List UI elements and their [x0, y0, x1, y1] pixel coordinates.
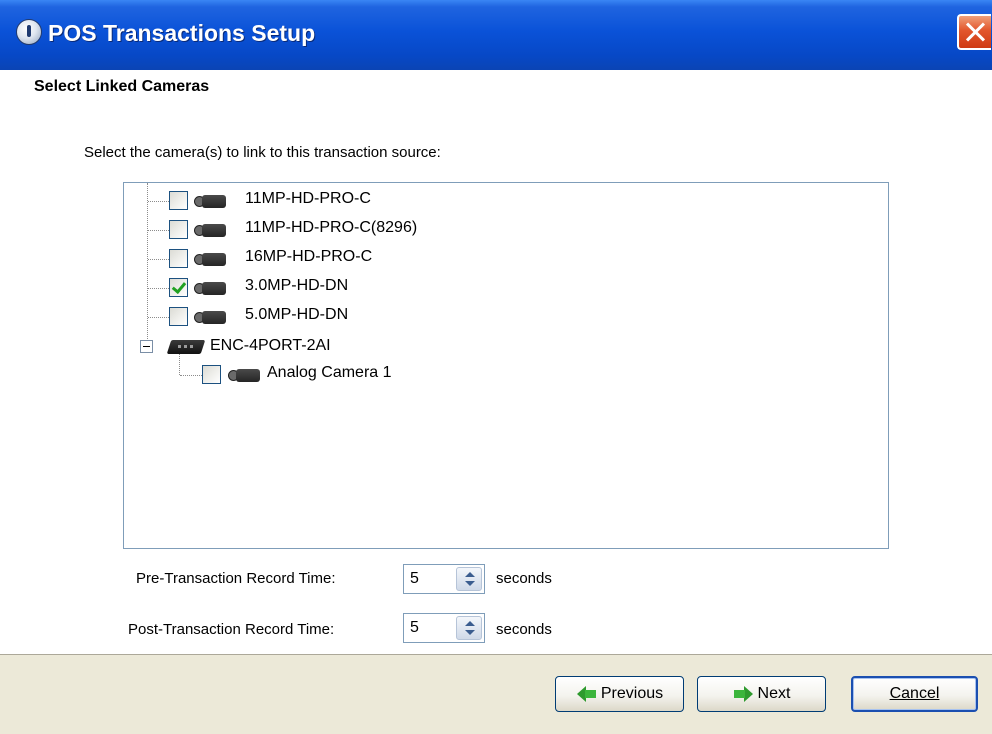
spinner-arrows-icon[interactable]: [456, 567, 482, 591]
spinner-arrows-icon[interactable]: [456, 616, 482, 640]
camera-label[interactable]: 5.0MP-HD-DN: [245, 306, 348, 324]
pre-transaction-value[interactable]: 5: [410, 570, 419, 588]
camera-checkbox-5-0mp-hd-dn[interactable]: [169, 307, 188, 326]
page-heading: Select Linked Cameras: [34, 78, 210, 95]
post-transaction-label: Post-Transaction Record Time:: [128, 621, 335, 638]
camera-icon: [194, 310, 226, 324]
camera-icon: [194, 223, 226, 237]
camera-checkbox-analog-camera-1[interactable]: [202, 365, 221, 384]
tree-connector: [148, 230, 169, 231]
app-icon: [16, 19, 42, 45]
camera-icon: [194, 194, 226, 208]
pre-transaction-stepper[interactable]: 5: [403, 564, 485, 594]
camera-icon: [228, 368, 260, 382]
camera-tree[interactable]: 11MP-HD-PRO-C 11MP-HD-PRO-C(8296) 16MP-H…: [123, 182, 889, 549]
window-title: POS Transactions Setup: [48, 20, 316, 46]
back-arrow-icon: [576, 677, 598, 711]
camera-icon: [194, 252, 226, 266]
pre-transaction-unit: seconds: [496, 570, 552, 587]
next-button[interactable]: Next: [697, 676, 826, 712]
encoder-icon: [166, 337, 206, 355]
forward-arrow-icon: [733, 677, 755, 711]
tree-connector-child: [179, 354, 180, 375]
tree-connector: [148, 288, 169, 289]
button-bar: [0, 655, 992, 734]
pos-setup-dialog: POS Transactions Setup Select Linked Cam…: [0, 0, 992, 734]
tree-connector: [148, 259, 169, 260]
camera-checkbox-11mp-hd-pro-c-8296[interactable]: [169, 220, 188, 239]
post-transaction-value[interactable]: 5: [410, 619, 419, 637]
cancel-button[interactable]: Cancel: [851, 676, 978, 712]
camera-label[interactable]: Analog Camera 1: [267, 364, 392, 382]
camera-checkbox-3-0mp-hd-dn[interactable]: [169, 278, 188, 297]
camera-checkbox-16mp-hd-pro-c[interactable]: [169, 249, 188, 268]
post-transaction-stepper[interactable]: 5: [403, 613, 485, 643]
tree-connector: [148, 201, 169, 202]
camera-label[interactable]: 11MP-HD-PRO-C: [245, 190, 371, 208]
instruction-text: Select the camera(s) to link to this tra…: [84, 144, 441, 161]
camera-icon: [194, 281, 226, 295]
close-icon[interactable]: [957, 14, 991, 50]
pre-transaction-label: Pre-Transaction Record Time:: [136, 570, 336, 587]
title-bar[interactable]: POS Transactions Setup: [0, 0, 992, 70]
tree-connector: [180, 375, 202, 376]
tree-connector: [148, 317, 169, 318]
camera-label[interactable]: 16MP-HD-PRO-C: [245, 248, 372, 266]
camera-checkbox-11mp-hd-pro-c[interactable]: [169, 191, 188, 210]
camera-label[interactable]: 11MP-HD-PRO-C(8296): [245, 219, 417, 237]
camera-label[interactable]: 3.0MP-HD-DN: [245, 277, 348, 295]
tree-connector-root: [147, 183, 148, 353]
previous-button[interactable]: Previous: [555, 676, 684, 712]
post-transaction-unit: seconds: [496, 621, 552, 638]
encoder-label[interactable]: ENC-4PORT-2AI: [210, 337, 331, 355]
collapse-toggle[interactable]: [140, 340, 153, 353]
